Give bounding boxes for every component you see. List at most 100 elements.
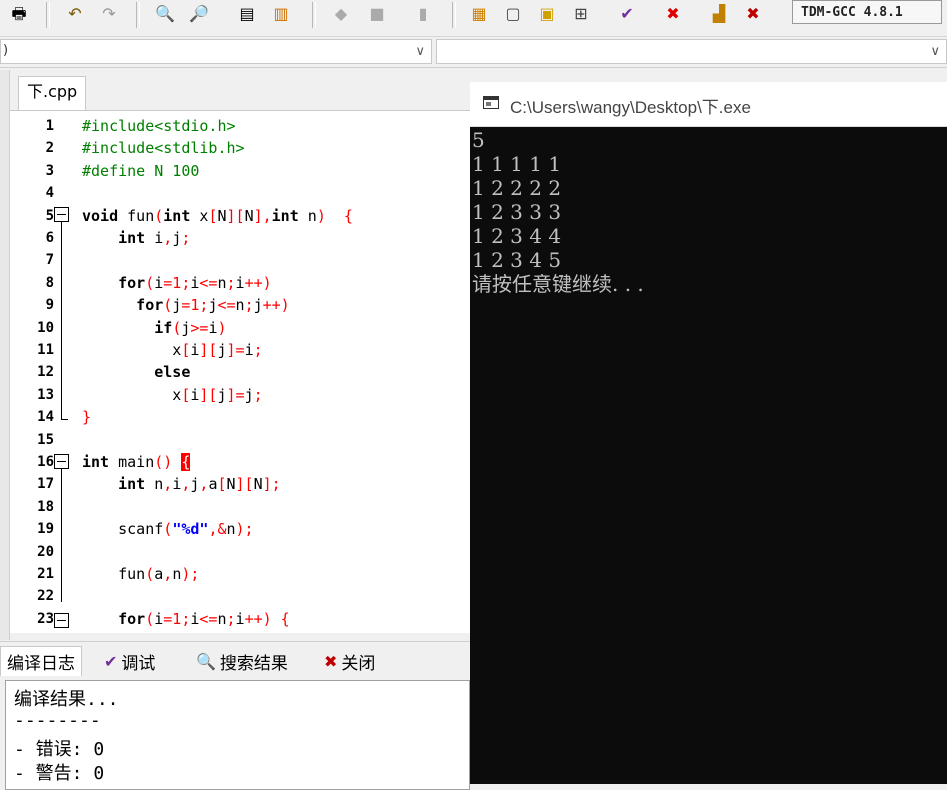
- line-number: 7: [45, 252, 54, 269]
- bottom-tab-label: 调试: [121, 653, 156, 674]
- replace-icon[interactable]: 🔎: [186, 1, 212, 27]
- toolbar: 🖶 ↶ ↷ 🔍 🔎 ▤ ▥ ◆ ■ ▮ ▦ ▢ ▣ ⊞ ✔ ✖ ▟ ✖ TDM-…: [0, 0, 947, 37]
- code-line[interactable]: for(i=1;i<=n;i++): [82, 272, 272, 294]
- window-icon[interactable]: ▢: [500, 1, 526, 27]
- code-token: n: [235, 296, 245, 315]
- toolbar-separator: [136, 2, 140, 28]
- code-token: ,: [163, 565, 173, 583]
- line-number: 16: [37, 454, 54, 470]
- member-combo[interactable]: ∨: [436, 39, 947, 64]
- code-token: [: [217, 475, 227, 494]
- code-line[interactable]: for(i=1;i<=n;i++) {: [82, 608, 290, 630]
- code-token: (: [172, 318, 182, 337]
- color-icon[interactable]: ▣: [534, 1, 560, 27]
- code-token: ];: [262, 475, 281, 494]
- line-number: 3: [45, 162, 54, 179]
- console-line: 1 2 2 2 2: [472, 176, 562, 200]
- print-icon[interactable]: 🖶: [6, 1, 32, 27]
- class-combo[interactable]: ) ∨: [0, 39, 432, 64]
- code-token: );: [181, 565, 200, 583]
- code-token: int: [82, 453, 119, 471]
- code-line[interactable]: int n,i,j,a[N][N];: [82, 473, 281, 495]
- code-token: j: [217, 385, 227, 404]
- code-token: j: [172, 296, 182, 315]
- grid-icon[interactable]: ▦: [466, 1, 492, 27]
- code-token: ],: [253, 206, 272, 225]
- console-title-bar[interactable]: C:\Users\wangy\Desktop\下.exe: [470, 82, 947, 127]
- redo-icon[interactable]: ↷: [96, 1, 122, 27]
- code-token: ,: [163, 475, 173, 494]
- chevron-down-icon[interactable]: ∨: [930, 44, 940, 59]
- code-token: N: [244, 206, 254, 225]
- goto-icon[interactable]: ▮: [410, 1, 436, 27]
- fold-toggle-icon[interactable]: [54, 207, 69, 222]
- fold-toggle-icon[interactable]: [54, 454, 69, 469]
- code-line[interactable]: x[i][j]=i;: [82, 339, 262, 361]
- code-token: N: [253, 475, 263, 494]
- code-token: ;: [253, 385, 263, 404]
- code-line[interactable]: if(j>=i): [82, 317, 226, 339]
- profile-icon[interactable]: ✖: [740, 1, 766, 27]
- fold-toggle-icon[interactable]: [54, 613, 69, 628]
- code-token: ][: [226, 206, 245, 225]
- code-line[interactable]: void fun(int x[N][N],int n) {: [82, 205, 353, 227]
- code-token: i: [154, 229, 164, 247]
- indent-icon[interactable]: ▤: [234, 1, 260, 27]
- code-line[interactable]: else: [82, 361, 190, 383]
- bookmark2-icon[interactable]: ■: [364, 1, 390, 27]
- line-number: 22: [37, 588, 54, 605]
- code-line[interactable]: x[i][j]=j;: [82, 384, 263, 406]
- code-token: );: [235, 520, 254, 539]
- code-line[interactable]: #include<stdio.h>: [82, 115, 236, 137]
- console-line: 1 2 3 4 5: [472, 248, 562, 272]
- log-line: - 警告: 0: [14, 763, 105, 784]
- code-token: n: [217, 609, 227, 628]
- tab-file[interactable]: 下.cpp: [18, 76, 87, 110]
- code-line[interactable]: #define N 100: [82, 160, 199, 182]
- project-panel-strip[interactable]: [0, 70, 10, 640]
- editor-tabbar: 下.cpp: [10, 70, 470, 111]
- code-line[interactable]: }: [82, 406, 91, 428]
- code-token: int: [82, 229, 155, 247]
- code-token: i: [235, 273, 245, 292]
- code-line[interactable]: scanf("%d",&n);: [82, 518, 254, 540]
- code-line[interactable]: int main() {: [82, 451, 191, 473]
- line-number: 4: [45, 185, 54, 202]
- unindent-icon[interactable]: ▥: [268, 1, 294, 27]
- find-icon[interactable]: 🔍: [152, 1, 178, 27]
- code-token: (: [154, 206, 164, 225]
- tab-search-results[interactable]: 🔍 搜索结果: [196, 646, 288, 676]
- bottom-tab-label: 搜索结果: [219, 653, 288, 674]
- code-token: int: [163, 206, 200, 225]
- code-editor[interactable]: 1 2 3 4 5 6 7 8 9 10 11 12 13 14 15 16 17 18 19 20 21 22 23 #i…: [10, 111, 470, 633]
- chevron-down-icon[interactable]: ∨: [415, 44, 425, 59]
- code-token: =1;: [163, 609, 191, 628]
- bookmark-icon[interactable]: ◆: [328, 1, 354, 27]
- code-token: n: [226, 520, 236, 539]
- code-line[interactable]: for(j=1;j<=n;j++): [82, 294, 290, 316]
- compile-log[interactable]: 编译结果... -------- - 错误: 0 - 警告: 0: [5, 680, 470, 790]
- code-token: j: [172, 229, 182, 247]
- code-line[interactable]: int i,j;: [82, 227, 190, 249]
- code-token: ;: [226, 273, 236, 292]
- tab-compile-log[interactable]: 编译日志: [0, 646, 82, 676]
- tab-close[interactable]: ✖ 关闭: [324, 646, 375, 676]
- console-title: C:\Users\wangy\Desktop\下.exe: [510, 98, 751, 117]
- code-token: j: [244, 385, 254, 404]
- code-line[interactable]: fun(a,n);: [82, 563, 199, 585]
- compiler-select[interactable]: TDM-GCC 4.8.1: [792, 0, 942, 24]
- log-line: - 错误: 0: [14, 739, 105, 760]
- layout-icon[interactable]: ⊞: [568, 1, 594, 27]
- code-token: ][: [235, 475, 254, 494]
- code-line[interactable]: #include<stdlib.h>: [82, 137, 245, 159]
- code-area[interactable]: #include<stdio.h> #include<stdlib.h> #defi…: [82, 111, 470, 633]
- toolbar-separator: [46, 2, 50, 28]
- chart-icon[interactable]: ▟: [706, 1, 732, 27]
- tab-debug[interactable]: ✔ 调试: [104, 646, 155, 676]
- check-icon[interactable]: ✔: [614, 1, 640, 27]
- console-window[interactable]: C:\Users\wangy\Desktop\下.exe 51 1 1 1 11…: [470, 82, 947, 784]
- line-number: 15: [37, 431, 54, 448]
- stop-icon[interactable]: ✖: [660, 1, 686, 27]
- undo-icon[interactable]: ↶: [62, 1, 88, 27]
- code-token: ) {: [316, 206, 353, 225]
